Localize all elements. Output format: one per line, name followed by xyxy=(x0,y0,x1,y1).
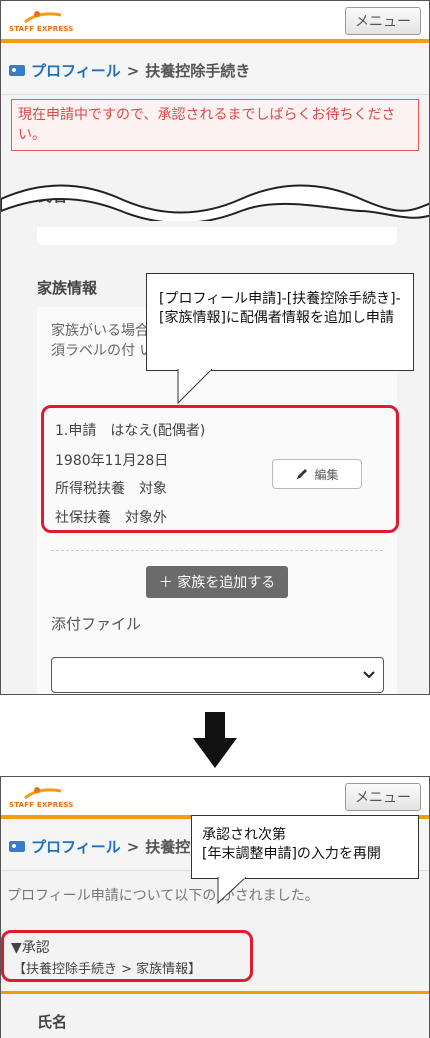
breadcrumb-separator-2: > xyxy=(126,837,140,856)
attachment-label: 添付ファイル xyxy=(51,615,142,633)
profile-card-icon xyxy=(9,65,25,76)
approval-message: プロフィール申請について以下の がされました。 xyxy=(7,888,319,904)
add-family-button[interactable]: ＋ 家族を追加する xyxy=(146,566,288,598)
callout-resume: 承認され次第 [年末調整申請]の入力を再開 xyxy=(191,815,419,879)
pencil-icon xyxy=(297,469,308,479)
member-birthday: 1980年11月28日 xyxy=(55,453,169,469)
member-income-tax: 所得税扶養 対象 xyxy=(55,481,167,497)
member-social-insurance: 社保扶養 対象外 xyxy=(55,510,167,526)
breadcrumb-separator: > xyxy=(126,61,140,80)
name-label-2: 氏名 xyxy=(37,1013,68,1031)
screen-before: STAFF EXPRESS メニュー プロフィール > 扶養控除手続き 現在申請… xyxy=(0,0,430,695)
staff-express-logo-2: STAFF EXPRESS xyxy=(9,783,73,811)
screen-after: STAFF EXPRESS メニュー プロフィール > 扶養控除 プロフィール申… xyxy=(0,776,430,1038)
breadcrumb-link-profile[interactable]: プロフィール xyxy=(31,60,121,81)
staff-express-logo: STAFF EXPRESS xyxy=(9,7,73,35)
edit-button-label: 編集 xyxy=(314,467,339,482)
section-divider xyxy=(1,991,429,994)
callout-tail xyxy=(177,369,213,405)
breadcrumb: プロフィール > 扶養控除手続き xyxy=(1,47,429,95)
edit-button[interactable]: 編集 xyxy=(272,459,362,489)
member-status-name: 1.申請 はなえ(配偶者) xyxy=(55,423,206,439)
menu-button-2[interactable]: メニュー xyxy=(345,783,421,811)
cut-wave-divider xyxy=(1,184,429,221)
profile-card-icon-2 xyxy=(9,841,25,852)
approved-title: ▼承認 xyxy=(11,940,50,956)
family-section-label: 家族情報 xyxy=(37,279,98,297)
breadcrumb-link-profile-2[interactable]: プロフィール xyxy=(31,836,121,857)
app-header-2: STAFF EXPRESS メニュー xyxy=(1,777,429,819)
down-arrow-icon xyxy=(193,712,237,768)
pending-alert: 現在申請中ですので、承認されるまでしばらくお待ちください。 xyxy=(11,99,419,151)
breadcrumb-current: 扶養控除手続き xyxy=(145,62,251,80)
dashed-divider xyxy=(51,550,383,551)
callout-add-spouse: [プロフィール申請]-[扶養控除手続き]-[家族情報]に配偶者情報を追加し申請 xyxy=(146,273,414,371)
callout-tail-2 xyxy=(217,877,247,905)
menu-button[interactable]: メニュー xyxy=(345,7,421,35)
attachment-select[interactable] xyxy=(51,657,384,693)
name-card-bottom xyxy=(37,227,397,245)
app-header: STAFF EXPRESS メニュー xyxy=(1,1,429,43)
approved-detail: 【扶養控除手続き > 家族情報】 xyxy=(13,962,202,977)
chevron-down-icon xyxy=(363,671,375,679)
